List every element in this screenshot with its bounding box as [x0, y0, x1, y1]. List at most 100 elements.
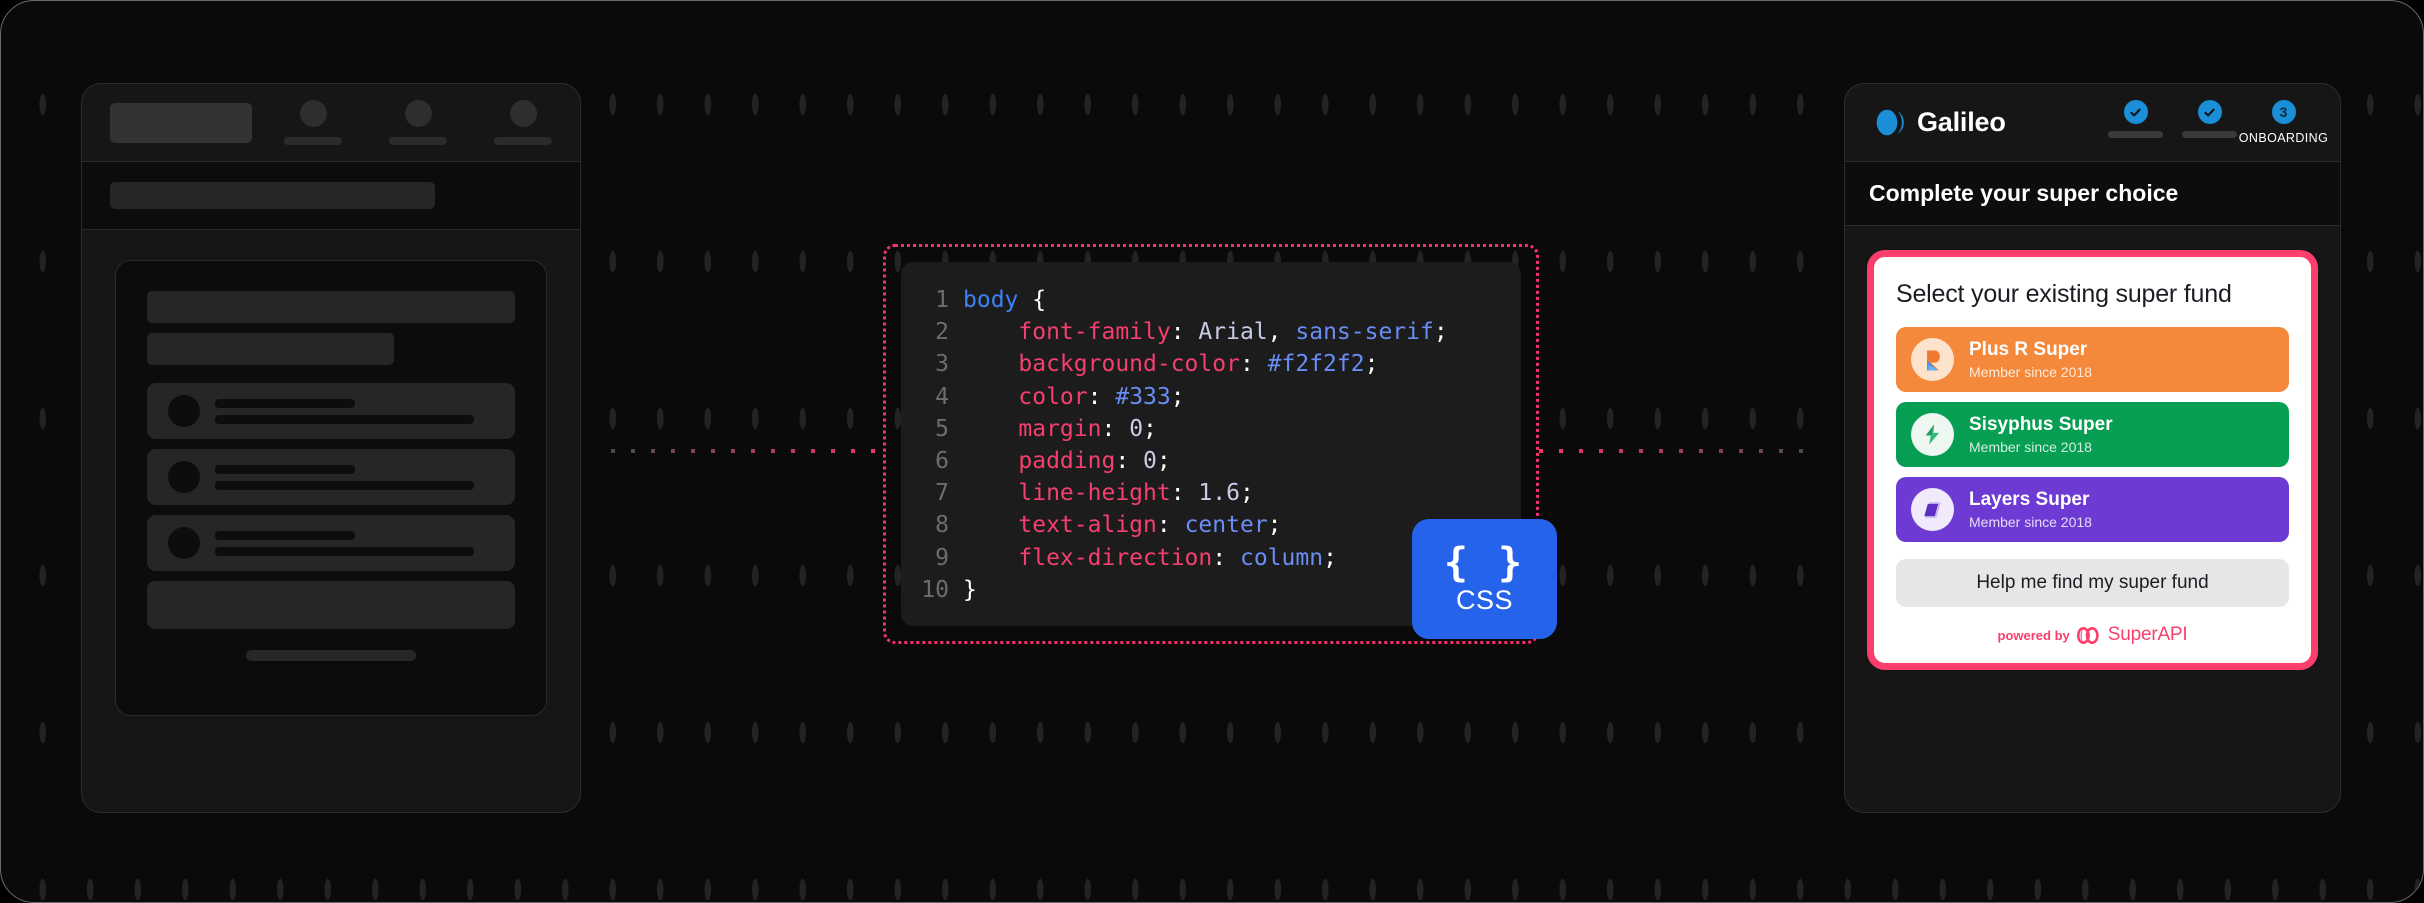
code-line: body { [963, 287, 1047, 313]
wireframe-title-placeholder [147, 291, 515, 323]
fund-option-sisyphus-super[interactable]: Sisyphus Super Member since 2018 [1896, 402, 2289, 468]
wireframe-nav-item [494, 100, 552, 145]
wireframe-line-placeholder [215, 546, 475, 556]
wireframe-line-placeholder [215, 398, 355, 408]
fund-membership-meta: Member since 2018 [1969, 514, 2092, 531]
wireframe-list-item [147, 515, 515, 571]
wireframe-body [82, 230, 580, 716]
wireframe-nav-label-placeholder [494, 137, 552, 145]
line-number: 8 [935, 512, 949, 539]
step-label-placeholder [2108, 131, 2163, 138]
fund-text-block: Sisyphus Super Member since 2018 [1969, 414, 2113, 455]
curly-braces-icon: { } [1443, 539, 1526, 586]
wireframe-nav-label-placeholder [389, 137, 447, 145]
wireframe-avatar-placeholder [168, 527, 200, 559]
galileo-page-title-bar: Complete your super choice [1845, 162, 2340, 226]
app-wireframe-mockup [81, 83, 581, 813]
superapi-brand-name: SuperAPI [2107, 624, 2188, 646]
galileo-app-panel: Galileo 3 ONBOARDING Complete your super… [1844, 83, 2341, 813]
line-number: 6 [935, 448, 949, 475]
step-complete-check-icon [2197, 100, 2222, 124]
fund-membership-meta: Member since 2018 [1969, 439, 2092, 456]
wireframe-subheader-placeholder [110, 182, 435, 209]
page-title: Complete your super choice [1869, 180, 2179, 206]
wireframe-text-placeholders [215, 530, 494, 556]
wireframe-footer-placeholder [246, 650, 416, 661]
wireframe-subtitle-placeholder [147, 333, 394, 365]
wireframe-avatar-placeholder [168, 395, 200, 427]
galileo-logo: Galileo [1873, 106, 2006, 139]
superapi-logo-icon [2076, 626, 2099, 644]
galileo-brand-name: Galileo [1917, 107, 2006, 137]
wireframe-content-card [115, 260, 547, 716]
powered-by-label: powered by [1997, 627, 2070, 643]
line-number: 10 [921, 576, 949, 603]
powered-by-footer: powered by SuperAPI [1896, 624, 2289, 646]
line-number: 5 [935, 415, 949, 442]
wireframe-text-placeholders [215, 398, 494, 424]
plus-r-glyph [1927, 350, 1940, 371]
layers-glyph [1923, 501, 1941, 518]
wireframe-text-placeholders [215, 464, 494, 490]
step-item-3[interactable]: 3 ONBOARDING [2239, 100, 2328, 145]
wireframe-line-placeholder [215, 480, 475, 490]
connector-line-left [611, 449, 883, 453]
onboarding-step-indicator: 3 ONBOARDING [2107, 100, 2328, 145]
wireframe-subheader [82, 162, 580, 230]
line-number: 2 [935, 319, 949, 346]
galileo-header: Galileo 3 ONBOARDING [1845, 84, 2340, 162]
wireframe-nav-icon [509, 100, 537, 127]
line-number-gutter: 1 2 3 4 5 6 7 8 9 10 [901, 284, 963, 604]
super-fund-widget: Select your existing super fund Plus R S… [1867, 250, 2318, 671]
wireframe-list-item [147, 449, 515, 505]
layers-super-logo-icon [1911, 488, 1954, 532]
line-number: 7 [935, 480, 949, 507]
step-number-badge: 3 [2271, 100, 2296, 124]
css-badge-label: CSS [1455, 584, 1514, 615]
sisyphus-super-logo-icon [1911, 413, 1954, 457]
fund-name: Sisyphus Super [1969, 414, 2113, 436]
check-icon [2204, 108, 2215, 116]
wireframe-line-placeholder [215, 414, 475, 424]
wireframe-line-placeholder [215, 464, 355, 474]
css-language-badge: { } CSS [1412, 519, 1557, 639]
fund-name: Plus R Super [1969, 339, 2088, 361]
fund-text-block: Plus R Super Member since 2018 [1969, 339, 2092, 380]
wireframe-nav-item [389, 100, 447, 145]
help-find-super-fund-button[interactable]: Help me find my super fund [1896, 559, 2289, 608]
fund-text-block: Layers Super Member since 2018 [1969, 489, 2092, 530]
wireframe-avatar-placeholder [168, 461, 200, 493]
code-line: color: #333; [1018, 383, 1185, 410]
fund-option-layers-super[interactable]: Layers Super Member since 2018 [1896, 477, 2289, 543]
step-item-1[interactable] [2107, 100, 2164, 138]
code-line: line-height: 1.6; [1018, 480, 1254, 507]
wireframe-nav-item [284, 100, 342, 145]
wireframe-logo-placeholder [110, 102, 252, 143]
wireframe-nav-label-placeholder [284, 137, 342, 145]
galileo-mark-icon [1876, 109, 1904, 136]
fund-option-plus-r-super[interactable]: Plus R Super Member since 2018 [1896, 327, 2289, 393]
step-item-2[interactable] [2181, 100, 2238, 138]
line-number: 4 [935, 383, 949, 410]
wireframe-nav-icon [299, 100, 327, 127]
connector-line-right [1539, 449, 1811, 453]
wireframe-header [82, 84, 580, 162]
wireframe-nav-icon [404, 100, 432, 127]
line-number: 3 [935, 351, 949, 378]
code-line: background-color: #f2f2f2; [1018, 351, 1379, 378]
step-label-placeholder [2182, 131, 2237, 138]
wireframe-list-item [147, 383, 515, 439]
code-line: padding: 0; [1018, 448, 1171, 475]
page-frame: 1 2 3 4 5 6 7 8 9 10 body { font-family: Arial, s… [0, 0, 2424, 903]
line-number: 9 [935, 544, 949, 571]
code-line: margin: 0; [1018, 415, 1157, 442]
fund-name: Layers Super [1969, 489, 2090, 511]
sisyphus-bolt-glyph [1925, 424, 1940, 445]
line-number: 1 [935, 287, 949, 313]
step-label-onboarding: ONBOARDING [2238, 131, 2329, 145]
plus-r-super-logo-icon [1911, 338, 1954, 382]
widget-heading: Select your existing super fund [1896, 280, 2232, 308]
wireframe-nav-group [284, 100, 552, 145]
wireframe-button-placeholder [147, 581, 515, 629]
wireframe-line-placeholder [215, 530, 355, 540]
